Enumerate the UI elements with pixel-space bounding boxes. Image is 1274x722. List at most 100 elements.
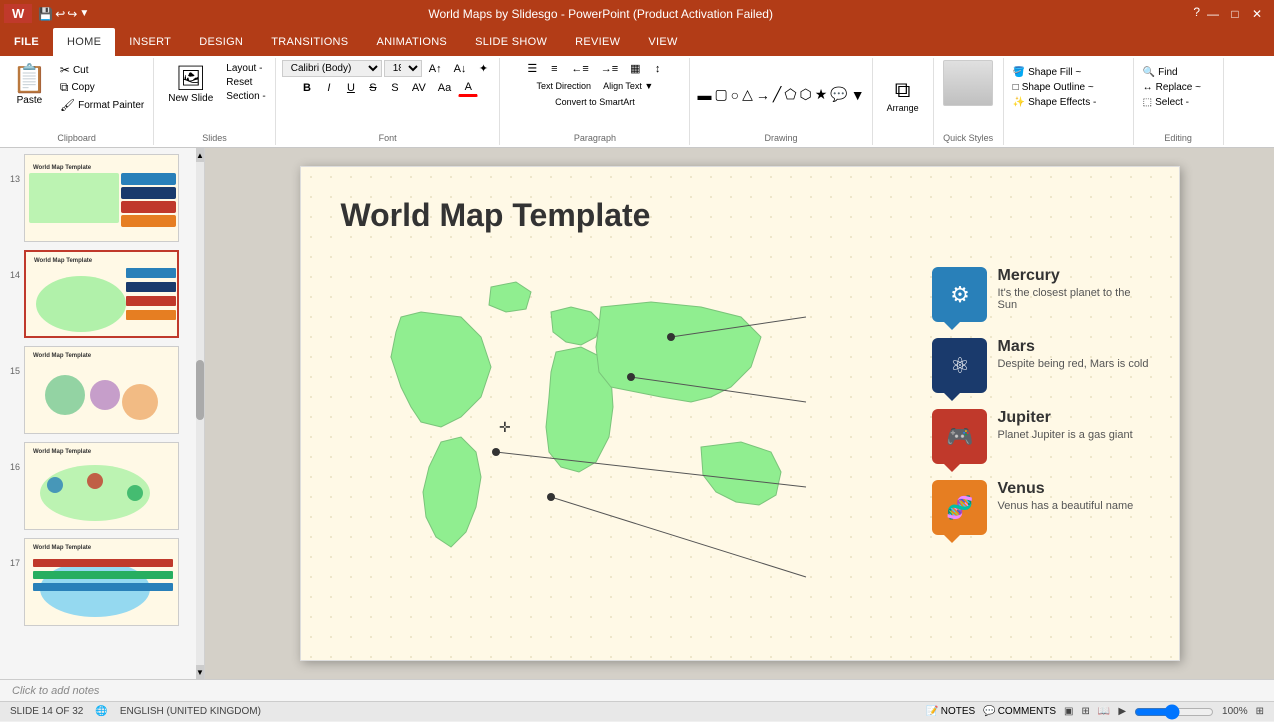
slide-thumb-16[interactable]: 16 World Map Template: [4, 440, 200, 532]
shape-arrow[interactable]: →: [755, 86, 771, 104]
shape-fill-content: 🪣 Shape Fill ~ □ Shape Outline ~ ✨ Shape…: [1010, 60, 1127, 143]
clear-format-button[interactable]: ✦: [473, 60, 493, 77]
find-icon: 🔍: [1143, 67, 1155, 78]
save-icon[interactable]: 💾: [38, 7, 53, 21]
shape-effects-button[interactable]: ✨ Shape Effects -: [1010, 96, 1100, 109]
font-size-select[interactable]: 18: [384, 60, 422, 77]
select-button[interactable]: ⬚ Select -: [1140, 96, 1204, 109]
scroll-down-button[interactable]: ▼: [196, 665, 204, 679]
quick-styles-box[interactable]: [943, 60, 993, 106]
strikethrough-button[interactable]: S: [363, 80, 383, 96]
notes-bar[interactable]: Click to add notes: [0, 679, 1274, 701]
font-size-increase-button[interactable]: A↑: [424, 61, 447, 77]
tab-home[interactable]: HOME: [53, 28, 115, 56]
slide-canvas[interactable]: World Map Template: [300, 166, 1180, 661]
shadow-button[interactable]: S: [385, 80, 405, 96]
slide-thumb-17[interactable]: 17 World Map Template: [4, 536, 200, 628]
scrollbar-thumb[interactable]: [196, 360, 204, 420]
numbering-button[interactable]: ≡: [544, 61, 564, 77]
view-slidesorter-icon[interactable]: ⊞: [1081, 706, 1089, 717]
comments-button[interactable]: 💬 COMMENTS: [983, 706, 1056, 717]
shape-circle[interactable]: ○: [730, 86, 740, 104]
slide-thumb-13[interactable]: 13 World Map Template: [4, 152, 200, 244]
underline-button[interactable]: U: [341, 80, 361, 96]
shape-more[interactable]: ▼: [850, 86, 866, 104]
shape-rect[interactable]: ▬: [696, 86, 712, 104]
slide-num-13: 13: [6, 174, 20, 184]
view-reading-icon[interactable]: 📖: [1098, 706, 1110, 717]
shape-rounded-rect[interactable]: ▢: [713, 85, 728, 104]
font-color-button[interactable]: A: [458, 79, 478, 97]
section-button[interactable]: Section -: [223, 90, 268, 103]
minimize-button[interactable]: —: [1204, 5, 1222, 23]
shape-callout[interactable]: 💬: [829, 85, 848, 104]
bullets-button[interactable]: ☰: [522, 60, 542, 77]
change-case-button[interactable]: Aa: [433, 80, 456, 96]
font-family-select[interactable]: Calibri (Body): [282, 60, 382, 77]
view-slideshow-icon[interactable]: ▶: [1118, 706, 1126, 717]
maximize-button[interactable]: □: [1226, 5, 1244, 23]
svg-text:World Map Template: World Map Template: [34, 258, 93, 264]
align-text-button[interactable]: Align Text ▼: [598, 79, 658, 93]
notes-button[interactable]: 📝 NOTES: [926, 706, 975, 717]
slide-thumb-14[interactable]: 14 World Map Template: [4, 248, 200, 340]
scrollbar-track[interactable]: [196, 148, 204, 679]
help-icon[interactable]: ?: [1193, 5, 1200, 23]
new-slide-button[interactable]: 🖼 New Slide: [160, 60, 221, 129]
char-spacing-button[interactable]: AV: [407, 80, 431, 96]
layout-button[interactable]: Layout -: [223, 62, 268, 75]
customize-icon[interactable]: ▼: [79, 8, 89, 19]
increase-indent-button[interactable]: →≡: [596, 61, 623, 77]
window-title: World Maps by Slidesgo - PowerPoint (Pro…: [8, 7, 1193, 21]
tab-file[interactable]: FILE: [0, 28, 53, 56]
zoom-slider[interactable]: [1134, 704, 1214, 720]
fit-slide-icon[interactable]: ⊞: [1256, 706, 1264, 717]
view-normal-icon[interactable]: ▣: [1064, 706, 1073, 717]
cut-icon: ✂: [60, 63, 70, 77]
world-map[interactable]: ✛: [341, 257, 841, 657]
slide-thumb-15[interactable]: 15 World Map Template: [4, 344, 200, 436]
slides-group: 🖼 New Slide Layout - Reset Section - Sli…: [154, 58, 276, 145]
cut-button[interactable]: ✂ Cut: [57, 62, 147, 78]
redo-icon[interactable]: ↪: [67, 7, 77, 21]
format-painter-button[interactable]: 🖌 Format Painter: [57, 97, 147, 113]
font-size-decrease-button[interactable]: A↓: [449, 61, 472, 77]
convert-smartart-button[interactable]: Convert to SmartArt: [550, 95, 640, 109]
copy-label: Copy: [71, 82, 94, 93]
text-direction-button[interactable]: Text Direction: [532, 79, 597, 93]
decrease-indent-button[interactable]: ←≡: [566, 61, 593, 77]
tab-slideshow[interactable]: SLIDE SHOW: [461, 28, 561, 56]
undo-icon[interactable]: ↩: [55, 7, 65, 21]
italic-button[interactable]: I: [319, 80, 339, 96]
shape-hexagon[interactable]: ⬡: [799, 85, 813, 104]
tab-view[interactable]: VIEW: [634, 28, 691, 56]
shape-outline-button[interactable]: □ Shape Outline ~: [1010, 81, 1100, 94]
line-spacing-button[interactable]: ↕: [648, 61, 668, 77]
cut-label: Cut: [73, 65, 89, 76]
shape-pentagon[interactable]: ⬠: [783, 85, 797, 104]
replace-button[interactable]: ↔ Replace ~: [1140, 81, 1204, 94]
format-painter-icon: 🖌: [60, 98, 75, 112]
tab-transitions[interactable]: TRANSITIONS: [257, 28, 362, 56]
tab-review[interactable]: REVIEW: [561, 28, 634, 56]
close-button[interactable]: ✕: [1248, 5, 1266, 23]
shape-line[interactable]: ╱: [772, 85, 782, 104]
shapes-content: ▬ ▢ ○ △ → ╱ ⬠ ⬡ ★ 💬 ▼: [696, 60, 865, 143]
bold-button[interactable]: B: [297, 80, 317, 96]
tab-insert[interactable]: INSERT: [115, 28, 185, 56]
arrange-button[interactable]: ⧉ Arrange: [879, 73, 927, 117]
tab-design[interactable]: DESIGN: [185, 28, 257, 56]
shape-triangle[interactable]: △: [741, 85, 754, 104]
reset-button[interactable]: Reset: [223, 76, 268, 89]
copy-icon: ⧉: [60, 80, 69, 95]
select-label: Select -: [1155, 97, 1189, 108]
shape-star[interactable]: ★: [814, 85, 829, 104]
shape-fill-button[interactable]: 🪣 Shape Fill ~: [1010, 66, 1100, 79]
file-icon: W: [4, 4, 32, 23]
copy-button[interactable]: ⧉ Copy: [57, 79, 147, 96]
find-button[interactable]: 🔍 Find: [1140, 66, 1204, 79]
tab-animations[interactable]: ANIMATIONS: [362, 28, 461, 56]
paste-button[interactable]: 📋 Paste: [6, 60, 53, 108]
scroll-up-button[interactable]: ▲: [196, 148, 204, 162]
columns-button[interactable]: ▦: [625, 60, 645, 77]
